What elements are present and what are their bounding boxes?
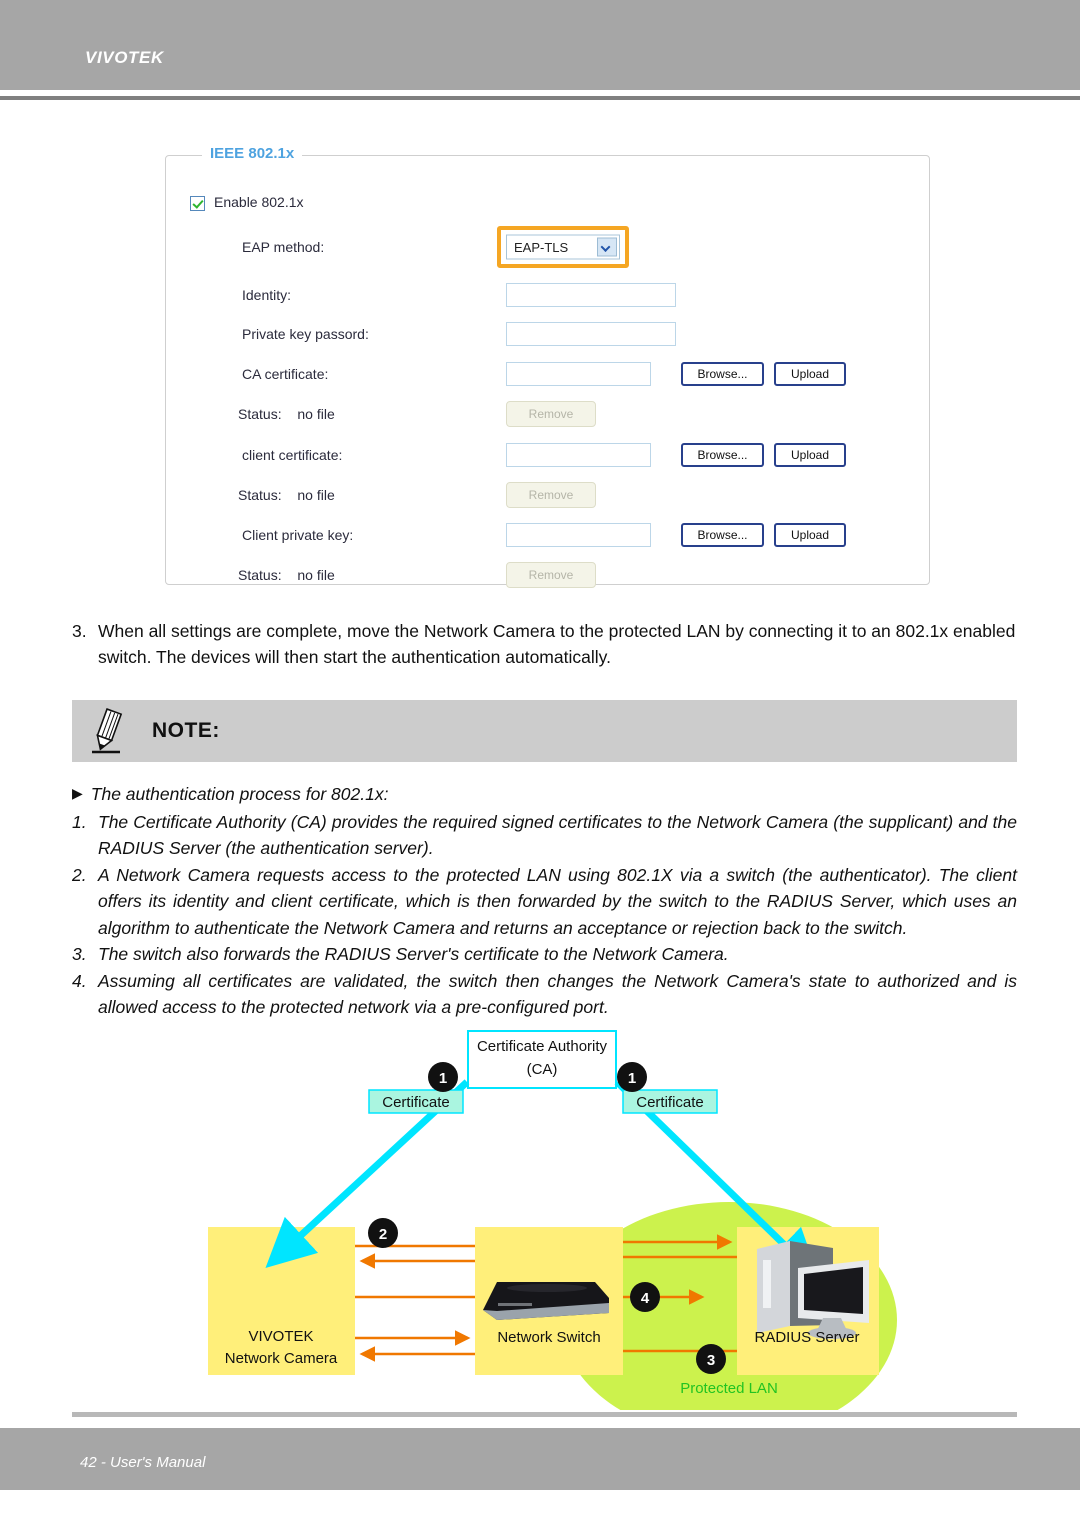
enable-8021x-checkbox[interactable] bbox=[190, 196, 205, 211]
private-key-password-input[interactable] bbox=[506, 322, 676, 346]
note-title: NOTE: bbox=[152, 719, 220, 742]
svg-text:3: 3 bbox=[707, 1352, 715, 1369]
camera-label-line2: Network Camera bbox=[225, 1350, 338, 1367]
ca-certificate-browse-button[interactable]: Browse... bbox=[681, 362, 764, 386]
footer-page-label: 42 - User's Manual bbox=[80, 1454, 206, 1471]
note-item-number: 2. bbox=[72, 864, 87, 885]
server-label: RADIUS Server bbox=[754, 1329, 859, 1346]
authentication-flow-diagram: Certificate Authority (CA) Certificate C… bbox=[0, 1020, 1080, 1410]
key-status-value: no file bbox=[297, 567, 335, 583]
ca-certificate-upload-button[interactable]: Upload bbox=[774, 362, 846, 386]
client-certificate-row: client certificate: Browse... Upload bbox=[166, 442, 931, 468]
badge-1-left: 1 bbox=[428, 1062, 458, 1092]
key-status-label: Status: bbox=[238, 567, 282, 583]
note-list-item: 2. A Network Camera requests access to t… bbox=[72, 862, 1017, 942]
identity-input[interactable] bbox=[506, 283, 676, 307]
svg-text:1: 1 bbox=[628, 1070, 636, 1087]
eap-method-selected-value: EAP-TLS bbox=[514, 239, 569, 255]
ca-certificate-row: CA certificate: Browse... Upload bbox=[166, 361, 931, 387]
ieee-8021x-settings-panel: IEEE 802.1x Enable 802.1x EAP method: EA… bbox=[165, 145, 931, 588]
ca-box-line2: (CA) bbox=[527, 1061, 558, 1078]
client-status-label: Status: bbox=[238, 487, 282, 503]
step-3-number: 3. bbox=[72, 621, 87, 641]
ca-certificate-status-row: Status: no file Remove bbox=[166, 401, 931, 427]
note-item-text: A Network Camera requests access to the … bbox=[98, 864, 1017, 938]
switch-label: Network Switch bbox=[497, 1329, 600, 1346]
client-private-key-remove-button: Remove bbox=[506, 562, 596, 588]
note-item-number: 4. bbox=[72, 970, 87, 991]
private-key-password-label: Private key passord: bbox=[242, 326, 369, 342]
client-certificate-remove-button: Remove bbox=[506, 482, 596, 508]
protected-lan-label: Protected LAN bbox=[680, 1380, 778, 1397]
client-certificate-status: Status: no file bbox=[238, 487, 335, 503]
client-private-key-status-row: Status: no file Remove bbox=[166, 562, 931, 588]
svg-text:4: 4 bbox=[641, 1290, 650, 1307]
eap-method-label: EAP method: bbox=[242, 239, 325, 255]
note-item-number: 1. bbox=[72, 811, 87, 832]
certificate-tag-left-label: Certificate bbox=[382, 1094, 450, 1111]
note-list-item: 3. The switch also forwards the RADIUS S… bbox=[72, 941, 1017, 968]
step-3-paragraph: 3. When all settings are complete, move … bbox=[72, 618, 1017, 670]
note-banner: NOTE: bbox=[72, 700, 1017, 762]
triangle-right-icon: ▶ bbox=[72, 785, 83, 801]
brand-logo: VIVOTEK bbox=[85, 48, 164, 67]
enable-8021x-row: Enable 802.1x bbox=[166, 194, 931, 220]
ca-certificate-label: CA certificate: bbox=[242, 366, 329, 382]
client-certificate-input[interactable] bbox=[506, 443, 651, 467]
ca-certificate-input[interactable] bbox=[506, 362, 651, 386]
badge-4: 4 bbox=[630, 1282, 660, 1312]
client-certificate-upload-button[interactable]: Upload bbox=[774, 443, 846, 467]
ca-certificate-remove-button: Remove bbox=[506, 401, 596, 427]
client-certificate-label: client certificate: bbox=[242, 447, 343, 463]
client-private-key-upload-button[interactable]: Upload bbox=[774, 523, 846, 547]
client-status-value: no file bbox=[297, 487, 335, 503]
note-body: ▶ The authentication process for 802.1x: … bbox=[72, 780, 1017, 1021]
client-private-key-row: Client private key: Browse... Upload bbox=[166, 522, 931, 548]
camera-label-line1: VIVOTEK bbox=[248, 1328, 313, 1345]
pencil-icon bbox=[92, 708, 123, 754]
client-certificate-browse-button[interactable]: Browse... bbox=[681, 443, 764, 467]
note-item-text: Assuming all certificates are validated,… bbox=[98, 970, 1017, 1018]
client-private-key-input[interactable] bbox=[506, 523, 651, 547]
private-key-password-row: Private key passord: bbox=[166, 321, 931, 347]
eap-method-row: EAP method: EAP-TLS bbox=[166, 226, 931, 268]
note-list-item: 4. Assuming all certificates are validat… bbox=[72, 968, 1017, 1021]
badge-1-right: 1 bbox=[617, 1062, 647, 1092]
identity-row: Identity: bbox=[166, 282, 931, 308]
note-intro-line: ▶ The authentication process for 802.1x: bbox=[72, 780, 1017, 808]
certificate-tag-right-label: Certificate bbox=[636, 1094, 704, 1111]
svg-text:1: 1 bbox=[439, 1070, 447, 1087]
client-private-key-status: Status: no file bbox=[238, 567, 335, 583]
page-header-bar: VIVOTEK bbox=[0, 0, 1080, 90]
ca-certificate-status: Status: no file bbox=[238, 406, 335, 422]
note-intro-text: The authentication process for 802.1x: bbox=[90, 784, 389, 804]
header-divider-gray bbox=[0, 96, 1080, 100]
note-item-text: The switch also forwards the RADIUS Serv… bbox=[98, 944, 729, 964]
eap-method-select[interactable]: EAP-TLS bbox=[506, 234, 620, 260]
chevron-down-icon[interactable] bbox=[597, 237, 617, 257]
ca-box-line1: Certificate Authority bbox=[477, 1038, 608, 1055]
badge-3: 3 bbox=[696, 1344, 726, 1374]
step-3-text: When all settings are complete, move the… bbox=[98, 621, 1016, 667]
page-footer-bar: 42 - User's Manual bbox=[0, 1428, 1080, 1490]
client-certificate-status-row: Status: no file Remove bbox=[166, 482, 931, 508]
svg-text:2: 2 bbox=[379, 1226, 387, 1243]
client-private-key-label: Client private key: bbox=[242, 527, 354, 543]
ca-status-value: no file bbox=[297, 406, 335, 422]
footer-divider bbox=[72, 1412, 1017, 1417]
enable-8021x-label: Enable 802.1x bbox=[214, 194, 304, 210]
note-item-number: 3. bbox=[72, 944, 87, 964]
note-item-text: The Certificate Authority (CA) provides … bbox=[98, 811, 1017, 859]
client-private-key-browse-button[interactable]: Browse... bbox=[681, 523, 764, 547]
panel-legend: IEEE 802.1x bbox=[202, 145, 303, 162]
ca-status-label: Status: bbox=[238, 406, 282, 422]
note-list-item: 1. The Certificate Authority (CA) provid… bbox=[72, 809, 1017, 862]
badge-2: 2 bbox=[368, 1218, 398, 1248]
identity-label: Identity: bbox=[242, 287, 292, 303]
